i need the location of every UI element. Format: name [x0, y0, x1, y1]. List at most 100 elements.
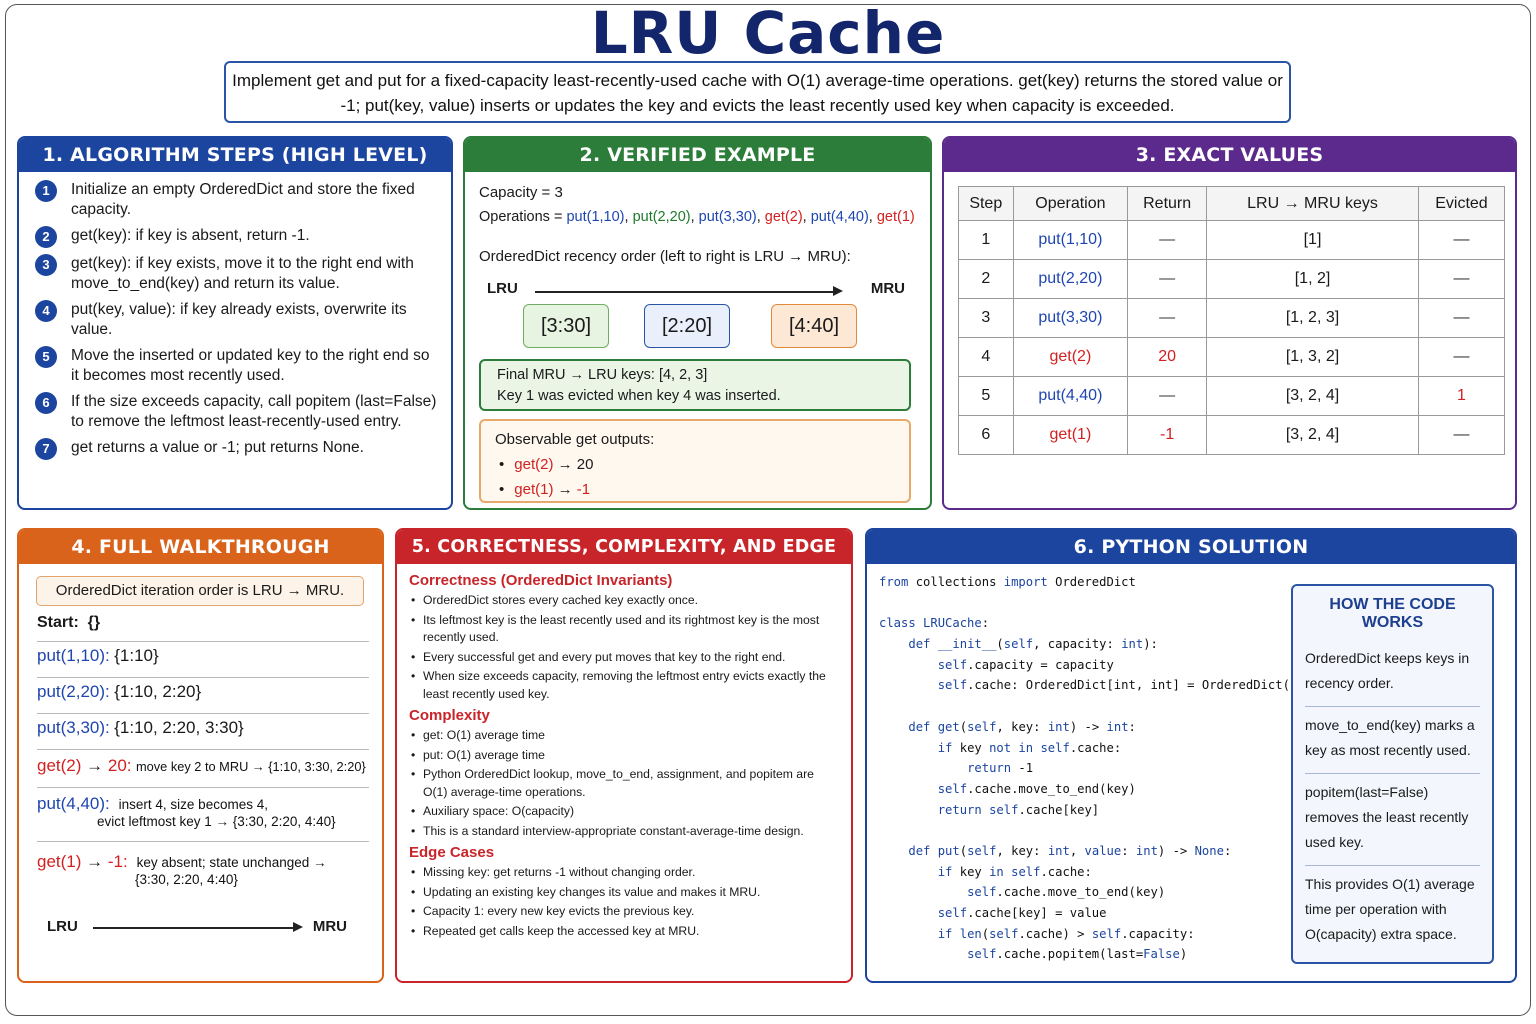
table-row: 3 put(3,30) — [1, 2, 3] — [958, 298, 1506, 338]
code-line: return self.cache[key] [879, 800, 1297, 821]
panel-header: 5. CORRECTNESS, COMPLEXITY, AND EDGE CAS… [397, 530, 851, 591]
keys-cell: [3, 2, 4] [1206, 415, 1419, 455]
correctness-body: Correctness (OrderedDict Invariants) Orde… [397, 564, 851, 940]
bullet-list: Missing key: get returns -1 without chan… [409, 864, 841, 940]
code-text: ) -> [1069, 719, 1107, 734]
code-keyword: def [908, 719, 931, 734]
observable-outputs-box: Observable get outputs: get(2) → 20get(1… [479, 419, 911, 503]
code-keyword: return [937, 802, 982, 817]
return-cell: 20 [1127, 337, 1208, 377]
table-row: 6 get(1) -1 [3, 2, 4] — [958, 415, 1506, 455]
operation-token: put(4,40) [810, 209, 869, 225]
lru-label: LRU [487, 280, 518, 297]
return-cell: — [1127, 220, 1208, 260]
observable-item: get(1) → -1 [499, 477, 895, 502]
column-header: Evicted [1417, 186, 1506, 221]
step-text: put(key, value): if key already exists, … [71, 301, 407, 338]
arrow-line [535, 291, 835, 293]
walkthrough-desc: {3:30, 2:20, 4:40} [135, 872, 238, 887]
keys-cell: [1, 2] [1206, 259, 1419, 299]
step-text: get(key): if key exists, move it to the … [71, 255, 414, 292]
return-cell: — [1127, 259, 1208, 299]
walkthrough-line: put(3,30): {1:10, 2:20, 3:30} [37, 718, 369, 750]
lru-label: LRU [47, 918, 78, 935]
code-keyword: self [1040, 740, 1070, 755]
recency-label: OrderedDict recency order (left to right… [479, 248, 851, 265]
code-text: key [952, 740, 990, 755]
walkthrough-op: get(1) [37, 852, 82, 871]
code-text: .cache: [1040, 864, 1092, 879]
code-keyword: value [1084, 843, 1122, 858]
mru-label: MRU [312, 918, 347, 935]
walkthrough-get1: get(1) → -1: key absent; state unchanged… [37, 852, 369, 900]
code-line: def put(self, key: int, value: int) -> N… [879, 841, 1297, 862]
code-text: ( [959, 719, 968, 734]
walkthrough-desc: move key 2 to MRU → {1:10, 3:30, 2:20} [135, 759, 366, 774]
code-line: def __init__(self, capacity: int): [879, 634, 1297, 655]
algorithm-steps-panel: 1. ALGORITHM STEPS (HIGH LEVEL) 1 Initial… [17, 136, 453, 510]
code-text: : [1128, 719, 1136, 734]
code-text: , capacity: [1033, 637, 1122, 652]
keys-cell: [1, 2, 3] [1206, 298, 1419, 338]
code-keyword: class [879, 616, 916, 631]
code-line: return -1 [879, 758, 1297, 779]
code-keyword: self [1003, 637, 1034, 652]
bullet-item: Capacity 1: every new key evicts the pre… [409, 903, 841, 921]
kv-entry-box: [4:40] [771, 304, 857, 348]
how-item: This provides O(1) average time per oper… [1305, 876, 1475, 942]
panel-header: 1. ALGORITHM STEPS (HIGH LEVEL) [19, 138, 451, 172]
bullet-list: OrderedDict stores every cached key exac… [409, 592, 841, 703]
return-cell: — [1127, 376, 1208, 416]
code-keyword: self [967, 885, 997, 900]
bullet-item: Auxiliary space: O(capacity) [409, 803, 841, 821]
bullet-list: get: O(1) average time put: O(1) average … [409, 727, 841, 840]
code-text: .cache[key] = value [967, 906, 1107, 920]
code-line: self.cache[key] = value [879, 903, 1297, 924]
panel-header: 4. FULL WALKTHROUGH [19, 530, 382, 564]
step-item: 1 Initialize an empty OrderedDict and sto… [35, 180, 441, 220]
arrow-text: → [81, 852, 108, 871]
arrow-text: → [81, 756, 108, 775]
walkthrough-op: put(4,40): [37, 794, 110, 813]
column-header: Step [958, 186, 1014, 221]
section-title: Correctness (OrderedDict Invariants) [409, 572, 673, 589]
observable-list: get(2) → 20get(1) → -1 [495, 452, 895, 502]
walkthrough-state: {1:10, 2:20} [114, 682, 202, 701]
get-result: -1 [576, 481, 591, 498]
walkthrough-state: {1:10, 2:20, 3:30} [114, 718, 244, 737]
code-keyword: int [1121, 637, 1144, 652]
code-keyword: def [908, 843, 931, 858]
operation-token: put(1,10) [566, 209, 625, 225]
operations-label: Operations = [479, 209, 567, 225]
operation-cell: put(2,20) [1012, 259, 1129, 299]
code-keyword: int [1047, 843, 1070, 858]
step-item: 4 put(key, value): if key already exists,… [35, 300, 441, 340]
code-keyword: if [937, 926, 953, 941]
step-text: If the size exceeds capacity, call popit… [71, 393, 437, 430]
code-keyword: get [937, 719, 960, 734]
code-keyword: int [1135, 843, 1158, 858]
code-text: .capacity = capacity [967, 657, 1114, 672]
step-cell: 6 [958, 415, 1014, 455]
start-value: {} [87, 614, 101, 631]
section-title: Complexity [409, 707, 490, 724]
lru-mru-arrow: LRU MRU [485, 276, 905, 300]
capacity-text: Capacity = 3 [479, 184, 563, 201]
code-keyword: if [937, 864, 953, 879]
step-cell: 3 [958, 298, 1014, 338]
get-call: get(2) [514, 456, 554, 473]
code-keyword: int [1047, 719, 1070, 734]
step-item: 2 get(key): if key is absent, return -1. [35, 226, 441, 248]
panel-header: 3. EXACT VALUES [944, 138, 1515, 172]
page-title: LRU Cache [590, 0, 946, 67]
column-header: Return [1127, 186, 1208, 221]
code-text: ( [996, 637, 1004, 652]
keys-cell: [3, 2, 4] [1206, 376, 1419, 416]
